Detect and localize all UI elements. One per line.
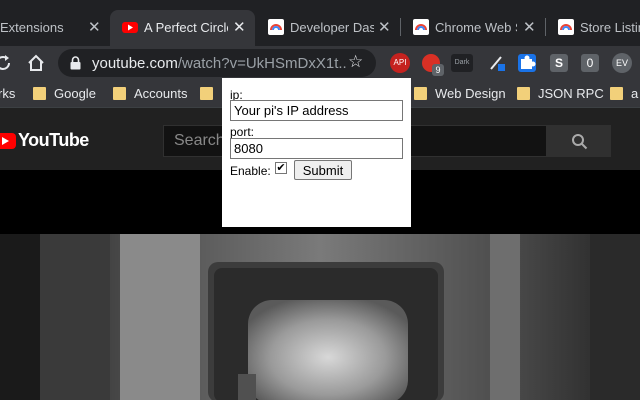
lock-icon[interactable] [70, 56, 81, 75]
url-host: youtube.com [92, 55, 178, 72]
search-icon [572, 134, 588, 150]
url-path: /watch?v=UkHSmDxX1t... [177, 55, 348, 72]
home-icon[interactable] [27, 54, 45, 75]
port-input[interactable] [230, 138, 403, 159]
tab-developer-dashboard[interactable]: Developer Dashb ✕ [256, 10, 400, 46]
youtube-search-button[interactable] [547, 125, 611, 157]
enable-checkbox[interactable]: ✔ [275, 162, 287, 174]
folder-icon [200, 87, 213, 100]
pen-extension-icon[interactable] [488, 54, 506, 72]
extension-popup: ip: port: Enable: ✔ Submit [222, 78, 411, 227]
youtube-favicon-icon [122, 19, 138, 35]
address-bar[interactable]: youtube.com/watch?v=UkHSmDxX1t... ☆ [58, 49, 376, 77]
bookmark-label: Accounts [134, 86, 188, 101]
bookmark-folder-a[interactable]: a [610, 86, 638, 101]
tab-chrome-web-store[interactable]: Chrome Web Sto ✕ [401, 10, 545, 46]
bookmark-folder-google[interactable]: Google [33, 86, 96, 101]
submit-button[interactable]: Submit [294, 160, 352, 180]
checkmark-icon: ✔ [276, 162, 286, 174]
folder-icon [33, 87, 46, 100]
rainbow-favicon-icon [268, 19, 284, 35]
bookmark-label: a [631, 86, 639, 101]
bookmark-label: Web Design [435, 86, 506, 101]
rainbow-favicon-icon [413, 19, 429, 35]
video-frame-image [0, 234, 640, 400]
close-icon[interactable]: ✕ [523, 18, 536, 36]
bookmark-star-icon[interactable]: ☆ [348, 52, 363, 72]
bookmark-folder-json-rpc[interactable]: JSON RPC [517, 86, 604, 101]
ip-input[interactable] [230, 100, 403, 121]
api-extension-icon[interactable]: API [390, 53, 410, 73]
close-icon[interactable]: ✕ [233, 18, 246, 36]
port-label: port: [230, 125, 255, 139]
tab-extensions[interactable]: Extensions ✕ [0, 10, 108, 46]
tab-strip: Extensions ✕ A Perfect Circle ✕ Develope… [0, 0, 640, 46]
bookmark-folder-hidden[interactable] [200, 86, 221, 101]
tab-title: Developer Dashb [290, 20, 374, 35]
folder-icon [517, 87, 530, 100]
tab-title: Chrome Web Sto [435, 20, 517, 35]
close-icon[interactable]: ✕ [378, 18, 391, 36]
zero-extension-icon[interactable]: 0 [581, 54, 599, 72]
s-extension-icon[interactable]: S [550, 54, 568, 72]
rainbow-favicon-icon [558, 19, 574, 35]
tab-store-listing[interactable]: Store Listing [546, 10, 640, 46]
reload-icon[interactable] [0, 54, 12, 75]
profile-avatar[interactable]: EV [612, 53, 632, 73]
browser-window: Extensions ✕ A Perfect Circle ✕ Develope… [0, 0, 640, 400]
browser-toolbar: youtube.com/watch?v=UkHSmDxX1t... ☆ API … [0, 46, 640, 80]
bookmark-label: Google [54, 86, 96, 101]
puzzle-extension-icon[interactable] [518, 54, 536, 72]
tab-title: Store Listing [580, 20, 640, 35]
tab-youtube-active[interactable]: A Perfect Circle ✕ [110, 10, 255, 46]
video-player[interactable] [0, 234, 640, 400]
bookmark-item[interactable]: rks [0, 86, 15, 101]
youtube-logo-text: YouTube [18, 130, 89, 150]
folder-icon [414, 87, 427, 100]
close-icon[interactable]: ✕ [88, 18, 101, 36]
youtube-play-icon [0, 133, 16, 149]
extension-badge: 9 [432, 64, 444, 76]
tab-title: A Perfect Circle [144, 20, 228, 35]
enable-label: Enable: [230, 164, 271, 178]
bookmark-folder-web-design[interactable]: Web Design [414, 86, 506, 101]
search-placeholder: Search [174, 132, 225, 149]
bookmark-label: JSON RPC [538, 86, 604, 101]
folder-icon [113, 87, 126, 100]
folder-icon [610, 87, 623, 100]
url-text[interactable]: youtube.com/watch?v=UkHSmDxX1t... [92, 55, 348, 72]
dark-mode-extension-icon[interactable]: Dark [451, 54, 473, 72]
bookmark-folder-accounts[interactable]: Accounts [113, 86, 187, 101]
tab-title: Extensions [0, 20, 64, 35]
